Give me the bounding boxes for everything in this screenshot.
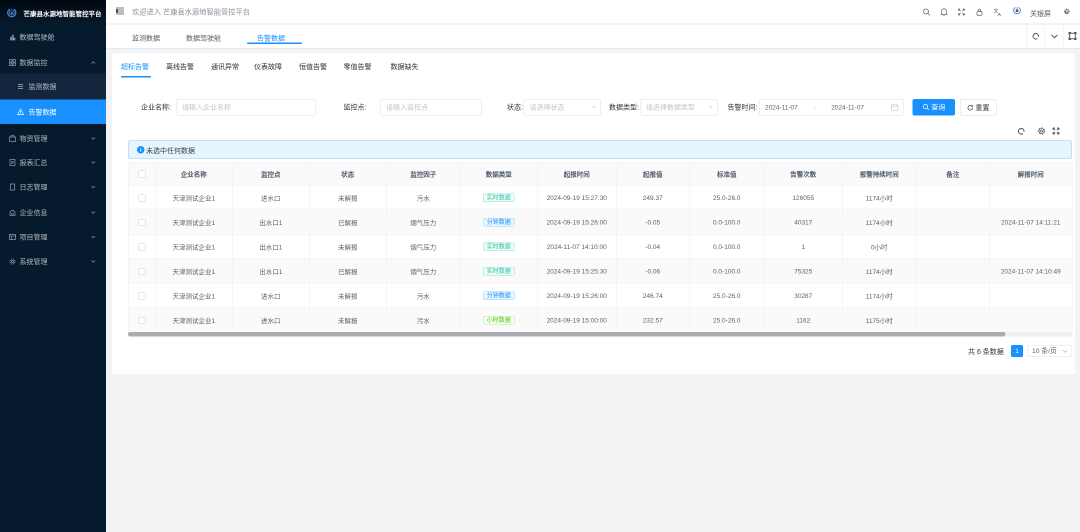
- svg-text:A: A: [998, 12, 1002, 16]
